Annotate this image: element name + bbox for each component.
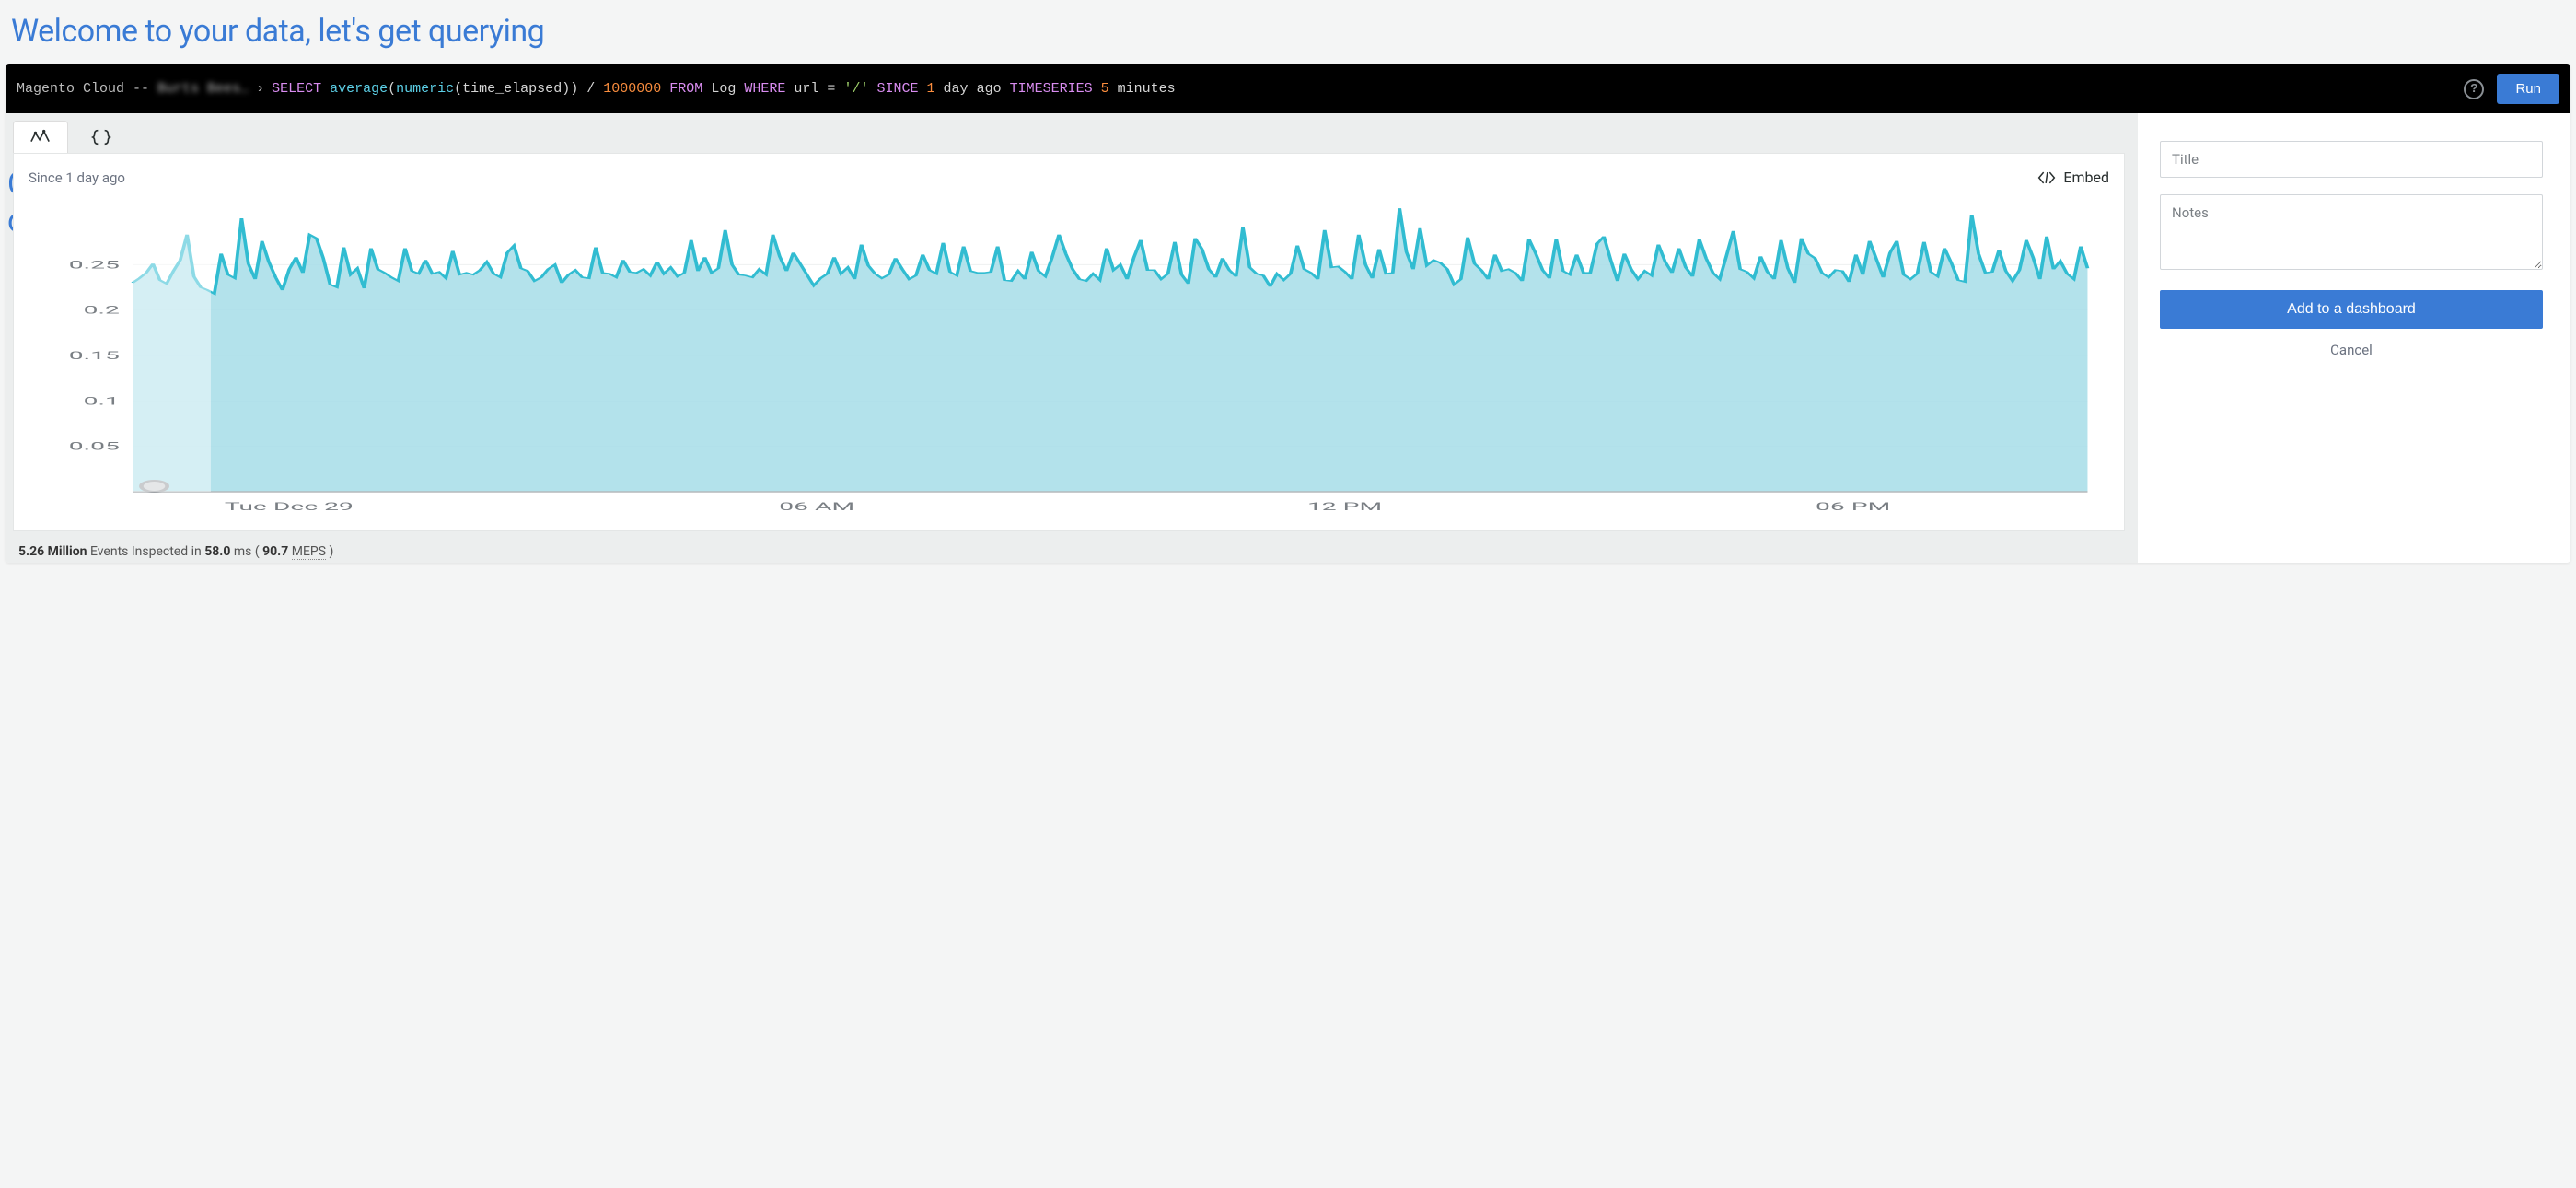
help-icon[interactable]: ? bbox=[2464, 79, 2484, 99]
svg-text:06 AM: 06 AM bbox=[779, 500, 854, 513]
notes-input[interactable] bbox=[2160, 194, 2543, 270]
braces-icon bbox=[91, 129, 111, 146]
svg-text:0.2: 0.2 bbox=[84, 304, 120, 317]
tab-chart-view[interactable] bbox=[13, 121, 68, 153]
timeseries-chart[interactable]: 0.05 0.1 0.15 0.2 0.25 Tue Dec 29 06 AM 12 PM 06… bbox=[29, 192, 2109, 523]
tab-json-view[interactable] bbox=[74, 121, 129, 153]
svg-text:Tue Dec 29: Tue Dec 29 bbox=[225, 500, 354, 513]
query-text[interactable]: SELECT average(numeric(time_elapsed)) / … bbox=[272, 81, 1176, 97]
query-bar[interactable]: Magento Cloud -- Burts Bees… › SELECT av… bbox=[6, 64, 2570, 113]
page-title: Welcome to your data, let's get querying bbox=[0, 0, 2576, 64]
svg-text:0.25: 0.25 bbox=[69, 259, 120, 272]
save-panel: Add to a dashboard Cancel bbox=[2138, 113, 2570, 563]
embed-link[interactable]: Embed bbox=[2037, 169, 2109, 186]
svg-text:06 PM: 06 PM bbox=[1816, 500, 1890, 513]
chart-card: Since 1 day ago Embed 0.05 0.1 0.15 0.2 0.25… bbox=[13, 153, 2125, 531]
timerange-label: Since 1 day ago bbox=[29, 169, 125, 186]
svg-text:12 PM: 12 PM bbox=[1307, 500, 1382, 513]
run-button[interactable]: Run bbox=[2497, 74, 2559, 104]
cancel-link[interactable]: Cancel bbox=[2160, 342, 2543, 358]
line-chart-icon bbox=[30, 129, 51, 146]
embed-label: Embed bbox=[2063, 169, 2109, 186]
title-input[interactable] bbox=[2160, 141, 2543, 178]
view-tabs bbox=[6, 113, 2138, 153]
account-caret-icon: › bbox=[256, 81, 264, 97]
embed-icon bbox=[2037, 169, 2056, 186]
svg-text:0.05: 0.05 bbox=[69, 440, 120, 453]
query-panel: Magento Cloud -- Burts Bees… › SELECT av… bbox=[6, 64, 2570, 563]
svg-text:0.1: 0.1 bbox=[84, 395, 120, 408]
account-label: Magento Cloud -- Burts Bees… bbox=[17, 81, 249, 97]
add-to-dashboard-button[interactable]: Add to a dashboard bbox=[2160, 290, 2543, 329]
svg-text:0.15: 0.15 bbox=[69, 349, 120, 362]
footer-stats: 5.26 Million Events Inspected in 58.0 ms… bbox=[6, 531, 2138, 563]
